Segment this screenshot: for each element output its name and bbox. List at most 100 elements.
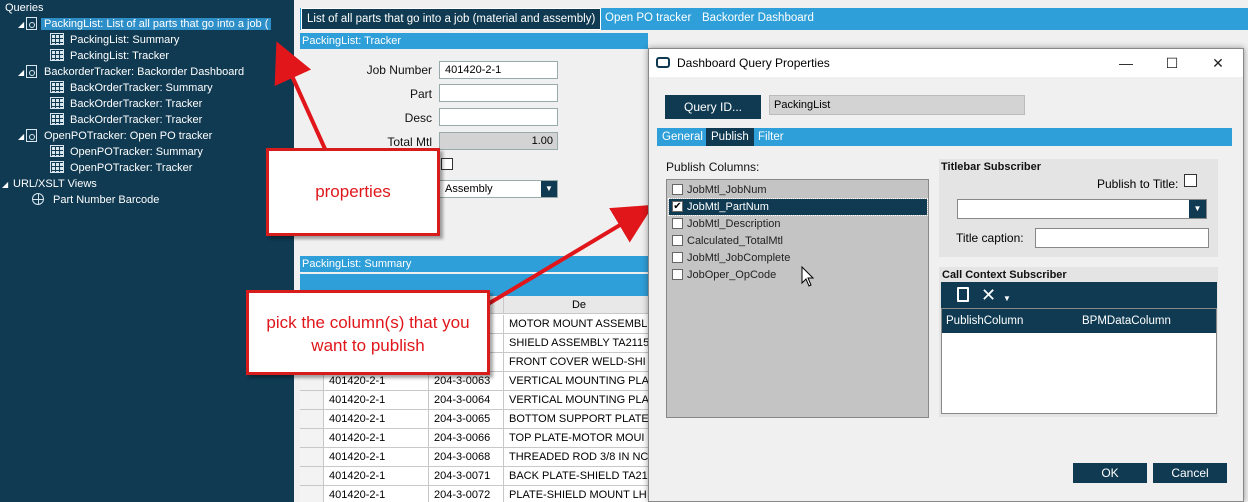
expand-triangle-icon[interactable]: ◢ — [18, 129, 26, 145]
list-item[interactable]: JobMtl_Description — [669, 216, 927, 232]
call-context-grid[interactable]: PublishColumn BPMDataColumn — [941, 308, 1217, 414]
desc-field[interactable] — [439, 108, 558, 126]
column-checkbox[interactable] — [672, 184, 683, 195]
list-item[interactable]: ✔ JobMtl_PartNum — [668, 198, 928, 216]
desc-cell[interactable]: PLATE-SHIELD MOUNT LH TA2115 — [504, 486, 650, 502]
call-context-toolbar: ✕ ▼ — [941, 282, 1217, 308]
tree-item-packinglist-summary[interactable]: PackingList: Summary — [50, 32, 182, 48]
call-context-label: Call Context Subscriber — [942, 269, 1067, 281]
total-mtl-label: Total Mtl — [387, 135, 432, 149]
tree-root-queries[interactable]: Queries — [2, 0, 47, 16]
dashboard-tab-bar: List of all parts that go into a job (ma… — [300, 8, 1248, 30]
query-id-button[interactable]: Query ID... — [665, 95, 761, 119]
type-dropdown[interactable]: Assembly ▼ — [439, 180, 558, 198]
expand-triangle-icon[interactable]: ◢ — [18, 65, 26, 81]
job-cell[interactable]: 401420-2-1 — [324, 410, 429, 429]
col-header-publishcolumn[interactable]: PublishColumn — [946, 309, 1023, 333]
job-cell[interactable]: 401420-2-1 — [324, 448, 429, 467]
job-cell[interactable]: 401420-2-1 — [324, 429, 429, 448]
part-cell[interactable]: 204-3-0072 — [429, 486, 504, 502]
dashboard-icon — [656, 57, 670, 68]
part-field[interactable] — [439, 84, 558, 102]
row-selector[interactable] — [300, 467, 324, 486]
title-caption-input[interactable] — [1035, 228, 1209, 248]
tab-filter[interactable]: Filter — [753, 128, 789, 146]
row-selector[interactable] — [300, 410, 324, 429]
column-checkbox[interactable] — [672, 252, 683, 263]
row-selector[interactable] — [300, 486, 324, 502]
publish-columns-list[interactable]: JobMtl_JobNum ✔ JobMtl_PartNum JobMtl_Des… — [666, 179, 929, 418]
job-number-field[interactable]: 401420-2-1 — [439, 61, 558, 79]
tree-item-openpo-summary[interactable]: OpenPOTracker: Summary — [50, 144, 206, 160]
query-doc-icon — [26, 65, 37, 78]
expand-triangle-icon[interactable]: ◢ — [2, 177, 10, 193]
part-cell[interactable]: 204-3-0065 — [429, 410, 504, 429]
row-selector[interactable] — [300, 429, 324, 448]
job-cell[interactable]: 401420-2-1 — [324, 467, 429, 486]
publish-to-title-checkbox[interactable] — [1184, 174, 1197, 187]
call-context-subscriber-group: Call Context Subscriber ✕ ▼ PublishColum… — [939, 267, 1218, 417]
column-checkbox[interactable]: ✔ — [672, 201, 683, 212]
tab-general[interactable]: General — [657, 128, 708, 146]
close-icon[interactable]: ✕ — [1195, 49, 1241, 77]
part-cell[interactable]: 204-3-0068 — [429, 448, 504, 467]
titlebar-subscriber-dropdown[interactable]: ▼ — [957, 199, 1207, 219]
job-cell[interactable]: 401420-2-1 — [324, 391, 429, 410]
part-cell[interactable]: 204-3-0064 — [429, 391, 504, 410]
callout-properties: properties — [266, 148, 440, 236]
desc-cell[interactable]: FRONT COVER WELD-SHI — [504, 353, 650, 372]
tab-backorder-dashboard[interactable]: Backorder Dashboard — [702, 8, 814, 30]
grid-icon — [50, 97, 64, 109]
expand-triangle-icon[interactable]: ◢ — [18, 17, 26, 33]
part-cell[interactable]: 204-3-0071 — [429, 467, 504, 486]
tree-item-packinglist-tracker[interactable]: PackingList: Tracker — [50, 48, 172, 64]
chevron-down-icon[interactable]: ▼ — [1189, 200, 1206, 218]
tree-item-url-views[interactable]: ◢ URL/XSLT Views — [2, 176, 100, 192]
job-cell[interactable]: 401420-2-1 — [324, 486, 429, 502]
total-mtl-field: 1.00 — [439, 132, 558, 150]
publish-to-title-label: Publish to Title: — [1097, 177, 1179, 191]
job-complete-checkbox[interactable] — [441, 158, 453, 170]
column-checkbox[interactable] — [672, 235, 683, 246]
tab-open-po-tracker[interactable]: Open PO tracker — [605, 8, 691, 30]
delete-icon[interactable]: ✕ — [981, 282, 996, 308]
column-checkbox[interactable] — [672, 269, 683, 280]
column-checkbox[interactable] — [672, 218, 683, 229]
tree-item-backorder-tracker[interactable]: BackOrderTracker: Tracker — [50, 96, 205, 112]
tree-item-part-barcode[interactable]: Part Number Barcode — [32, 192, 162, 208]
col-header-bpmdatacolumn[interactable]: BPMDataColumn — [1082, 309, 1171, 333]
desc-cell[interactable]: SHIELD ASSEMBLY TA2115 — [504, 334, 650, 353]
tree-item-openpotracker[interactable]: ◢ OpenPOTracker: Open PO tracker — [18, 128, 215, 144]
list-item[interactable]: JobMtl_JobComplete — [669, 250, 927, 266]
list-item[interactable]: JobOper_OpCode — [669, 267, 927, 283]
tab-publish[interactable]: Publish — [706, 128, 754, 146]
list-item[interactable]: Calculated_TotalMtl — [669, 233, 927, 249]
tree-item-backorder-tracker-2[interactable]: BackOrderTracker: Tracker — [50, 112, 205, 128]
ok-button[interactable]: OK — [1073, 463, 1147, 483]
chevron-down-icon[interactable]: ▼ — [541, 181, 557, 197]
tree-item-backordertracker[interactable]: ◢ BackorderTracker: Backorder Dashboard — [18, 64, 247, 80]
desc-cell[interactable]: TOP PLATE-MOTOR MOUI — [504, 429, 650, 448]
desc-cell[interactable]: VERTICAL MOUNTING PLA — [504, 391, 650, 410]
desc-cell[interactable]: MOTOR MOUNT ASSEMBL — [504, 315, 650, 334]
grid-icon — [50, 33, 64, 45]
grid-icon — [50, 161, 64, 173]
desc-cell[interactable]: VERTICAL MOUNTING PLA — [504, 372, 650, 391]
tree-item-backorder-summary[interactable]: BackOrderTracker: Summary — [50, 80, 216, 96]
minimize-icon[interactable]: — — [1103, 49, 1149, 77]
desc-cell[interactable]: BOTTOM SUPPORT PLATE — [504, 410, 650, 429]
tab-packing-list[interactable]: List of all parts that go into a job (ma… — [301, 8, 602, 30]
tree-item-packinglist[interactable]: ◢ PackingList: List of all parts that go … — [18, 16, 272, 33]
cancel-button[interactable]: Cancel — [1153, 463, 1227, 483]
new-icon[interactable] — [957, 287, 969, 302]
desc-cell[interactable]: BACK PLATE-SHIELD TA21 — [504, 467, 650, 486]
col-header-description[interactable]: De — [504, 296, 650, 314]
tree-item-openpo-tracker[interactable]: OpenPOTracker: Tracker — [50, 160, 195, 176]
list-item[interactable]: JobMtl_JobNum — [669, 182, 927, 198]
desc-cell[interactable]: THREADED ROD 3/8 IN NC — [504, 448, 650, 467]
row-selector[interactable] — [300, 448, 324, 467]
row-selector[interactable] — [300, 391, 324, 410]
maximize-icon[interactable]: ☐ — [1149, 49, 1195, 77]
globe-icon — [32, 193, 44, 205]
part-cell[interactable]: 204-3-0066 — [429, 429, 504, 448]
